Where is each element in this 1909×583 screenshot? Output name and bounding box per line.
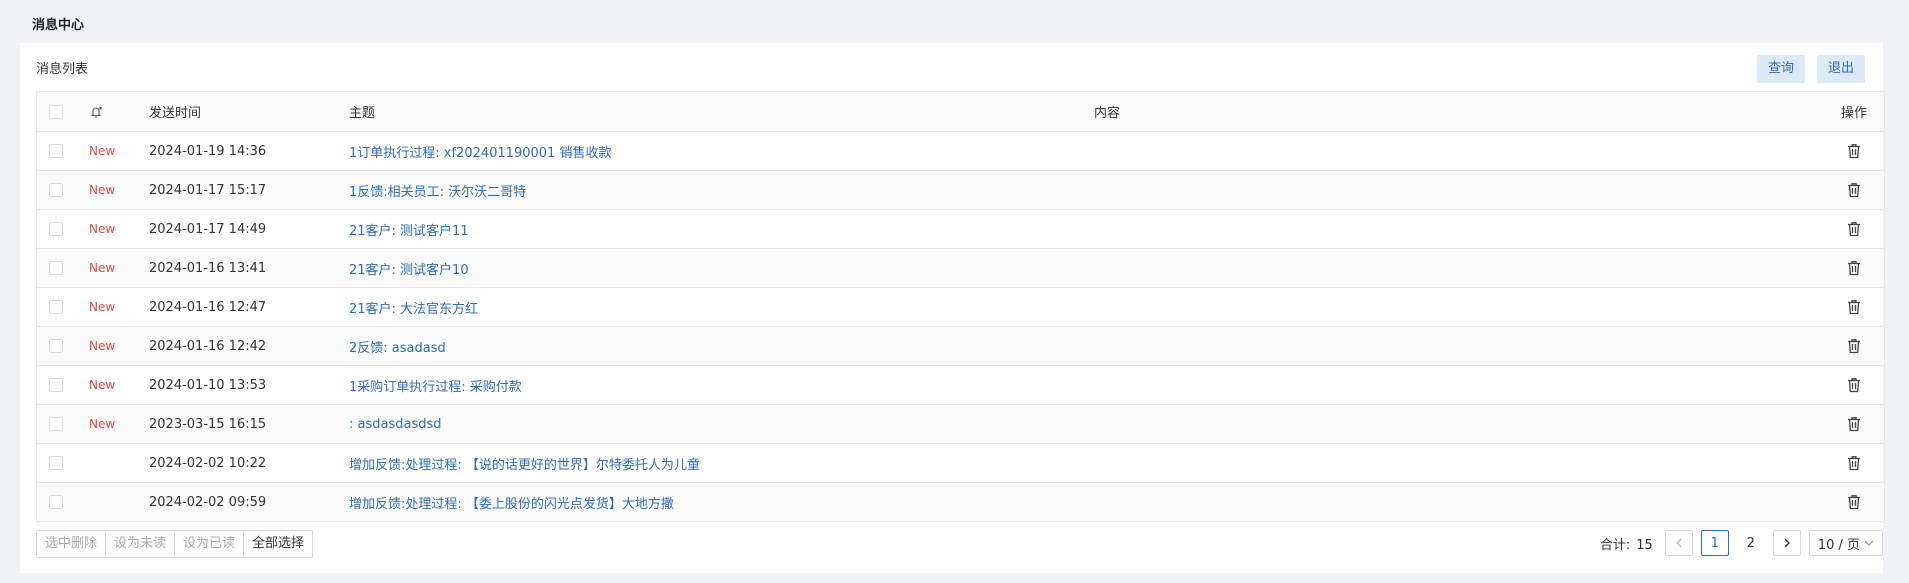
row-subject-link[interactable]: 21客户: 大法官东方红 bbox=[349, 298, 1094, 317]
message-list-panel: 消息列表 查询 退出 发送时间 主题 内容 操作 New 2024-01-19 … bbox=[20, 43, 1885, 573]
row-subject-link[interactable]: 增加反馈:处理过程: 【说的话更好的世界】尔特委托人为儿童 bbox=[349, 454, 1094, 473]
table-row: 2024-02-02 10:22 增加反馈:处理过程: 【说的话更好的世界】尔特… bbox=[37, 444, 1884, 483]
toolbar: 查询 退出 bbox=[1756, 55, 1865, 83]
row-subject-link[interactable]: 2反馈: asadasd bbox=[349, 337, 1094, 356]
page-2-button[interactable]: 2 bbox=[1737, 536, 1765, 551]
col-operation: 操作 bbox=[1840, 106, 1867, 121]
table-row: 2024-02-02 09:59 增加反馈:处理过程: 【委上股份的闪光点发货】… bbox=[37, 483, 1884, 522]
row-send-time: 2024-01-16 12:47 bbox=[149, 299, 267, 315]
trash-icon[interactable] bbox=[1847, 455, 1861, 471]
new-badge: New bbox=[89, 300, 116, 314]
row-checkbox[interactable] bbox=[49, 261, 63, 275]
new-badge: New bbox=[89, 339, 116, 353]
exit-button[interactable]: 退出 bbox=[1816, 55, 1865, 83]
trash-icon[interactable] bbox=[1847, 494, 1861, 510]
select-all-button[interactable]: 全部选择 bbox=[244, 531, 313, 557]
chevron-right-icon bbox=[1784, 538, 1790, 548]
row-send-time: 2024-01-16 13:41 bbox=[149, 260, 267, 276]
row-send-time: 2024-01-10 13:53 bbox=[149, 377, 267, 393]
chevron-down-icon bbox=[1864, 540, 1874, 546]
delete-selected-button[interactable]: 选中删除 bbox=[37, 531, 107, 557]
row-subject-link[interactable]: 增加反馈:处理过程: 【委上股份的闪光点发货】大地方撒 bbox=[349, 493, 1094, 512]
table-row: New 2024-01-10 13:53 1采购订单执行过程: 采购付款 bbox=[37, 366, 1884, 405]
panel-title: 消息列表 bbox=[36, 62, 89, 77]
table-row: New 2024-01-17 14:49 21客户: 测试客户11 bbox=[37, 210, 1884, 249]
row-checkbox[interactable] bbox=[49, 495, 63, 509]
new-badge: New bbox=[89, 183, 116, 197]
row-checkbox[interactable] bbox=[49, 339, 63, 353]
total-count: 合计: 15 bbox=[1600, 534, 1653, 553]
pagination: 合计: 15 1 2 10 / 页 bbox=[1600, 530, 1883, 556]
table-row: New 2024-01-17 15:17 1反馈:相关员工: 沃尔沃二哥特 bbox=[37, 171, 1884, 210]
trash-icon[interactable] bbox=[1847, 299, 1861, 315]
col-send-time: 发送时间 bbox=[149, 106, 202, 121]
new-badge: New bbox=[89, 378, 116, 392]
trash-icon[interactable] bbox=[1847, 182, 1861, 198]
row-subject-link[interactable]: 21客户: 测试客户11 bbox=[349, 220, 1094, 239]
next-page-button[interactable] bbox=[1772, 530, 1801, 556]
table-row: New 2024-01-16 12:42 2反馈: asadasd bbox=[37, 327, 1884, 366]
row-send-time: 2024-01-17 15:17 bbox=[149, 182, 267, 198]
mark-unread-button[interactable]: 设为未读 bbox=[106, 531, 176, 557]
bulk-actions: 选中删除 设为未读 设为已读 全部选择 bbox=[36, 530, 314, 558]
row-checkbox[interactable] bbox=[49, 456, 63, 470]
row-subject-link[interactable]: 1反馈:相关员工: 沃尔沃二哥特 bbox=[349, 181, 1094, 200]
page-title: 消息中心 bbox=[32, 18, 85, 33]
bell-sync-icon bbox=[73, 105, 149, 119]
row-send-time: 2023-03-15 16:15 bbox=[149, 416, 267, 432]
table-row: New 2024-01-16 12:47 21客户: 大法官东方红 bbox=[37, 288, 1884, 327]
row-checkbox[interactable] bbox=[49, 378, 63, 392]
trash-icon[interactable] bbox=[1847, 260, 1861, 276]
col-content: 内容 bbox=[1094, 106, 1121, 121]
row-checkbox[interactable] bbox=[49, 300, 63, 314]
row-send-time: 2024-01-17 14:49 bbox=[149, 221, 267, 237]
mark-read-button[interactable]: 设为已读 bbox=[175, 531, 245, 557]
row-checkbox[interactable] bbox=[49, 183, 63, 197]
new-badge: New bbox=[89, 417, 116, 431]
row-send-time: 2024-01-19 14:36 bbox=[149, 143, 267, 159]
new-badge: New bbox=[89, 261, 116, 275]
col-subject: 主题 bbox=[349, 106, 376, 121]
page-size-select[interactable]: 10 / 页 bbox=[1808, 530, 1883, 556]
total-value: 15 bbox=[1636, 537, 1653, 553]
table-row: New 2024-01-19 14:36 1订单执行过程: xf20240119… bbox=[37, 132, 1884, 171]
total-label: 合计: bbox=[1599, 537, 1631, 553]
trash-icon[interactable] bbox=[1847, 221, 1861, 237]
page-size-value: 10 / 页 bbox=[1817, 537, 1860, 553]
trash-icon[interactable] bbox=[1847, 377, 1861, 393]
new-badge: New bbox=[89, 144, 116, 158]
trash-icon[interactable] bbox=[1847, 338, 1861, 354]
row-send-time: 2024-01-16 12:42 bbox=[149, 338, 267, 354]
trash-icon[interactable] bbox=[1847, 416, 1861, 432]
table-header: 发送时间 主题 内容 操作 bbox=[37, 92, 1884, 132]
table-row: New 2023-03-15 16:15 : asdasdasdsd bbox=[37, 405, 1884, 444]
row-subject-link[interactable]: 21客户: 测试客户10 bbox=[349, 259, 1094, 278]
row-send-time: 2024-02-02 10:22 bbox=[149, 455, 267, 471]
table-row: New 2024-01-16 13:41 21客户: 测试客户10 bbox=[37, 249, 1884, 288]
prev-page-button[interactable] bbox=[1664, 530, 1693, 556]
row-checkbox[interactable] bbox=[49, 222, 63, 236]
message-table: 发送时间 主题 内容 操作 New 2024-01-19 14:36 1订单执行… bbox=[36, 91, 1885, 522]
trash-icon[interactable] bbox=[1847, 143, 1861, 159]
new-badge: New bbox=[89, 222, 116, 236]
row-send-time: 2024-02-02 09:59 bbox=[149, 494, 267, 510]
row-checkbox[interactable] bbox=[49, 144, 63, 158]
row-checkbox[interactable] bbox=[49, 417, 63, 431]
table-footer: 选中删除 设为未读 设为已读 全部选择 合计: 15 1 2 10 / 页 bbox=[36, 530, 1883, 560]
select-all-checkbox[interactable] bbox=[49, 104, 63, 119]
row-subject-link[interactable]: 1订单执行过程: xf202401190001 销售收款 bbox=[349, 142, 1094, 161]
page-1-button[interactable]: 1 bbox=[1700, 530, 1729, 556]
query-button[interactable]: 查询 bbox=[1756, 55, 1805, 83]
chevron-left-icon bbox=[1675, 538, 1682, 548]
row-subject-link[interactable]: : asdasdasdsd bbox=[349, 417, 1094, 432]
row-subject-link[interactable]: 1采购订单执行过程: 采购付款 bbox=[349, 376, 1094, 395]
